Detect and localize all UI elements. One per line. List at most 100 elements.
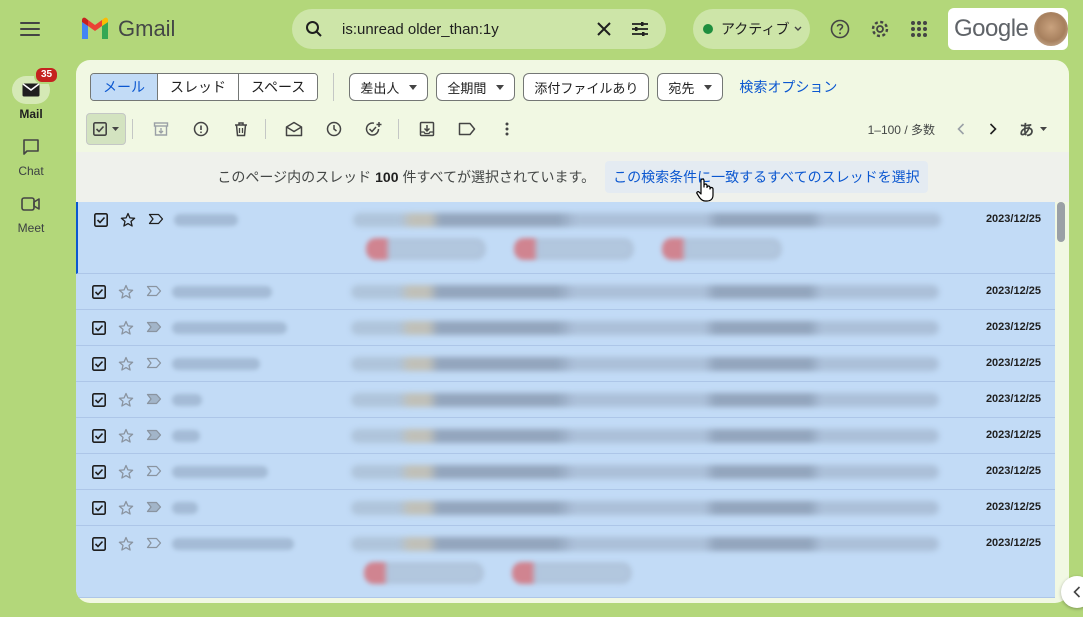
rail-item-meet[interactable]: Meet: [0, 190, 62, 235]
table-row[interactable]: 2023/12/25: [76, 382, 1055, 418]
expand-side-panel-icon[interactable]: [1061, 576, 1083, 608]
google-account-button[interactable]: Google: [948, 8, 1068, 50]
main-menu-icon[interactable]: [18, 18, 42, 42]
settings-gear-icon[interactable]: [862, 11, 898, 47]
importance-marker-icon[interactable]: [148, 213, 164, 225]
hand-cursor-icon: [696, 178, 714, 202]
tab-mail[interactable]: メール: [91, 74, 157, 100]
importance-marker-icon[interactable]: [146, 393, 162, 405]
table-row[interactable]: 2023/12/25: [76, 526, 1055, 598]
row-checkbox-checked-icon[interactable]: [92, 357, 106, 371]
search-options-icon[interactable]: [622, 11, 658, 47]
search-bar[interactable]: is:unread older_than:1y: [292, 9, 666, 49]
star-icon[interactable]: [120, 212, 136, 228]
list-scrollbar[interactable]: [1057, 202, 1065, 242]
row-checkbox-checked-icon[interactable]: [92, 393, 106, 407]
clear-search-icon[interactable]: [586, 11, 622, 47]
help-icon[interactable]: [822, 11, 858, 47]
subject-snippet-redacted: [353, 213, 941, 227]
row-date: 2023/12/25: [985, 537, 1041, 549]
sender-name-redacted: [172, 322, 287, 334]
importance-marker-icon[interactable]: [146, 537, 162, 549]
table-row[interactable]: 2023/12/25: [76, 274, 1055, 310]
archive-icon[interactable]: [143, 113, 179, 145]
chevron-down-icon: [1040, 126, 1047, 131]
input-tools-button[interactable]: あ: [1019, 119, 1047, 140]
status-dropdown[interactable]: アクティブ: [693, 9, 810, 49]
star-icon[interactable]: [118, 284, 134, 300]
result-type-segmented-control: メール スレッド スペース: [90, 73, 319, 101]
date-filter-chip[interactable]: 全期間: [436, 73, 516, 101]
from-filter-chip[interactable]: 差出人: [349, 73, 429, 101]
table-row[interactable]: 2023/12/25: [76, 346, 1055, 382]
table-row[interactable]: 2023/12/25: [76, 418, 1055, 454]
star-icon[interactable]: [118, 428, 134, 444]
attachment-chip-redacted[interactable]: [366, 238, 486, 260]
importance-marker-icon[interactable]: [146, 357, 162, 369]
attachment-chip-redacted[interactable]: [512, 562, 632, 584]
importance-marker-icon[interactable]: [146, 321, 162, 333]
table-row[interactable]: 2023/12/25: [76, 490, 1055, 526]
star-icon[interactable]: [118, 392, 134, 408]
row-date: 2023/12/25: [985, 285, 1041, 297]
row-checkbox-checked-icon[interactable]: [92, 321, 106, 335]
tab-spaces[interactable]: スペース: [238, 74, 318, 100]
star-icon[interactable]: [118, 500, 134, 516]
row-checkbox-checked-icon[interactable]: [92, 537, 106, 551]
checkbox-checked-icon: [93, 122, 107, 136]
star-icon[interactable]: [118, 356, 134, 372]
mark-as-read-icon[interactable]: [276, 113, 312, 145]
report-spam-icon[interactable]: [183, 113, 219, 145]
importance-marker-icon[interactable]: [146, 465, 162, 477]
chip-label: 宛先: [668, 80, 695, 96]
star-icon[interactable]: [118, 320, 134, 336]
gmail-logo[interactable]: Gmail: [80, 16, 175, 42]
subject-snippet-redacted: [351, 393, 939, 407]
importance-marker-icon[interactable]: [146, 285, 162, 297]
status-label: アクティブ: [721, 21, 790, 37]
previous-page-icon[interactable]: [945, 111, 977, 147]
importance-marker-icon[interactable]: [146, 429, 162, 441]
avatar[interactable]: [1034, 12, 1068, 46]
row-checkbox-checked-icon[interactable]: [92, 285, 106, 299]
star-icon[interactable]: [118, 464, 134, 480]
row-checkbox-checked-icon[interactable]: [92, 429, 106, 443]
search-icon[interactable]: [296, 11, 332, 47]
attachment-chip-redacted[interactable]: [364, 562, 484, 584]
sender-name-redacted: [172, 394, 202, 406]
rail-item-chat[interactable]: Chat: [0, 133, 62, 178]
mail-toolbar: 1–100 / 多数 あ: [86, 112, 1059, 146]
more-options-icon[interactable]: [489, 113, 525, 145]
meet-icon: [12, 190, 50, 218]
to-filter-chip[interactable]: 宛先: [657, 73, 724, 101]
move-to-icon[interactable]: [409, 113, 445, 145]
delete-trash-icon[interactable]: [223, 113, 259, 145]
label-tag-icon[interactable]: [449, 113, 485, 145]
tab-threads[interactable]: スレッド: [157, 74, 238, 100]
select-all-checkbox[interactable]: [86, 113, 126, 145]
attachment-chip-redacted[interactable]: [514, 238, 634, 260]
importance-marker-icon[interactable]: [146, 501, 162, 513]
row-checkbox-checked-icon[interactable]: [94, 213, 108, 227]
star-icon[interactable]: [118, 536, 134, 552]
table-row[interactable]: 2023/12/25: [76, 454, 1055, 490]
subject-snippet-redacted: [351, 285, 939, 299]
table-row[interactable]: 2023/12/25: [76, 202, 1055, 274]
mail-icon: 35: [12, 66, 60, 104]
table-row[interactable]: 2023/12/25: [76, 310, 1055, 346]
attachment-chip-redacted[interactable]: [662, 238, 782, 260]
next-page-icon[interactable]: [977, 111, 1009, 147]
add-to-tasks-icon[interactable]: [356, 113, 392, 145]
banner-text-prefix: このページ内のスレッド: [217, 169, 372, 185]
google-logo: Google: [954, 15, 1029, 42]
search-input[interactable]: is:unread older_than:1y: [342, 21, 586, 38]
apps-grid-icon[interactable]: [901, 11, 937, 47]
row-checkbox-checked-icon[interactable]: [92, 501, 106, 515]
has-attachment-chip[interactable]: 添付ファイルあり: [523, 73, 650, 101]
advanced-search-link[interactable]: 検索オプション: [739, 77, 837, 97]
snooze-clock-icon[interactable]: [316, 113, 352, 145]
rail-item-mail[interactable]: 35 Mail: [0, 66, 62, 121]
row-checkbox-checked-icon[interactable]: [92, 465, 106, 479]
rail-item-label: Mail: [19, 107, 43, 121]
select-all-conversations-link[interactable]: この検索条件に一致するすべてのスレッドを選択: [605, 161, 928, 193]
